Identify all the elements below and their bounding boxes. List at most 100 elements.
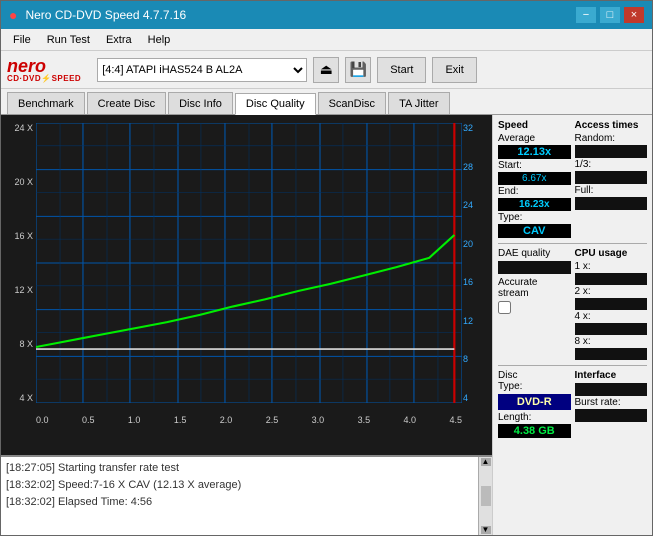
type-value: CAV — [498, 224, 571, 238]
length-value: 4.38 GB — [498, 424, 571, 438]
x-label-35: 3.5 — [358, 415, 371, 425]
cpu-section: DAE quality Accurate stream CPU usage 1 … — [498, 248, 647, 361]
tab-bar: Benchmark Create Disc Disc Info Disc Qua… — [1, 89, 652, 115]
cpu-4x-value — [575, 323, 648, 335]
speed-section: Speed Average 12.13x Start: 6.67x End: 1… — [498, 120, 647, 239]
disc-type-label: Disc Type: — [498, 370, 571, 392]
log-scrollbar[interactable]: ▲ ▼ — [478, 457, 492, 535]
one-third-value — [575, 171, 648, 184]
accurate-label: Accurate — [498, 277, 571, 288]
y-right-24: 24 — [461, 200, 491, 210]
y-label-16x: 16 X — [2, 231, 36, 241]
accurate-stream-checkbox[interactable] — [498, 301, 511, 314]
y-label-4x: 4 X — [2, 393, 36, 403]
speed-col: Speed Average 12.13x Start: 6.67x End: 1… — [498, 120, 571, 239]
disc-type-badge: DVD-R — [498, 394, 571, 410]
x-label-1: 1.0 — [128, 415, 141, 425]
menu-help[interactable]: Help — [140, 32, 179, 48]
tab-create-disc[interactable]: Create Disc — [87, 92, 166, 114]
tab-scan-disc[interactable]: ScanDisc — [318, 92, 386, 114]
stream-label: stream — [498, 288, 571, 299]
tab-ta-jitter[interactable]: TA Jitter — [388, 92, 450, 114]
right-panel: Speed Average 12.13x Start: 6.67x End: 1… — [492, 115, 652, 535]
menu-run-test[interactable]: Run Test — [39, 32, 98, 48]
burst-label: Burst rate: — [575, 397, 648, 408]
access-label: Access times — [575, 120, 648, 131]
y-label-8x: 8 X — [2, 339, 36, 349]
cpu-8x-value — [575, 348, 648, 360]
x-label-25: 2.5 — [266, 415, 279, 425]
one-third-label: 1/3: — [575, 159, 648, 170]
disc-section: Disc Type: DVD-R Length: 4.38 GB Interfa… — [498, 370, 647, 439]
average-value: 12.13x — [498, 145, 571, 159]
log-line-2: [18:32:02] Speed:7-16 X CAV (12.13 X ave… — [6, 477, 473, 494]
speed-chart — [36, 123, 462, 403]
menu-extra[interactable]: Extra — [98, 32, 140, 48]
y-right-20: 20 — [461, 239, 491, 249]
log-line-1: [18:27:05] Starting transfer rate test — [6, 460, 473, 477]
cpu-2x-label: 2 x: — [575, 286, 648, 297]
full-value — [575, 197, 648, 210]
y-label-24x: 24 X — [2, 123, 36, 133]
window: ● Nero CD-DVD Speed 4.7.7.16 − □ × File … — [0, 0, 653, 536]
y-label-12x: 12 X — [2, 285, 36, 295]
chart-area: 4 X 8 X 12 X 16 X 20 X 24 X 4 8 12 16 20… — [1, 115, 492, 455]
cpu-1x-value — [575, 273, 648, 285]
length-label: Length: — [498, 412, 571, 423]
x-label-4: 4.0 — [404, 415, 417, 425]
y-right-28: 28 — [461, 162, 491, 172]
dae-label: DAE quality — [498, 248, 571, 259]
type-label: Type: — [498, 212, 571, 223]
tab-disc-info[interactable]: Disc Info — [168, 92, 233, 114]
end-label: End: — [498, 186, 571, 197]
average-label: Average — [498, 133, 571, 144]
start-button[interactable]: Start — [377, 57, 426, 83]
toolbar: nero CD·DVD⚡SPEED [4:4] ATAPI iHAS524 B … — [1, 51, 652, 89]
x-label-3: 3.0 — [312, 415, 325, 425]
menu-bar: File Run Test Extra Help — [1, 29, 652, 51]
cpu-4x-label: 4 x: — [575, 311, 648, 322]
disc-type-col: Disc Type: DVD-R Length: 4.38 GB — [498, 370, 571, 439]
interface-label: Interface — [575, 370, 648, 381]
full-label: Full: — [575, 185, 648, 196]
x-label-2: 2.0 — [220, 415, 233, 425]
drive-selector[interactable]: [4:4] ATAPI iHAS524 B AL2A — [97, 58, 307, 82]
cpu-2x-value — [575, 298, 648, 310]
speed-label: Speed — [498, 120, 571, 131]
title-bar: ● Nero CD-DVD Speed 4.7.7.16 − □ × — [1, 1, 652, 29]
minimize-button[interactable]: − — [576, 7, 596, 23]
cpu-8x-label: 8 x: — [575, 336, 648, 347]
maximize-button[interactable]: □ — [600, 7, 620, 23]
window-title: Nero CD-DVD Speed 4.7.7.16 — [25, 8, 186, 22]
interface-col: Interface Burst rate: — [575, 370, 648, 439]
start-value: 6.67x — [498, 172, 571, 185]
tab-benchmark[interactable]: Benchmark — [7, 92, 85, 114]
y-label-20x: 20 X — [2, 177, 36, 187]
y-right-32: 32 — [461, 123, 491, 133]
burst-value — [575, 409, 648, 422]
logo: nero CD·DVD⚡SPEED — [7, 57, 81, 83]
save-button[interactable]: 💾 — [345, 57, 371, 83]
y-right-12: 12 — [461, 316, 491, 326]
cpu-col: CPU usage 1 x: 2 x: 4 x: 8 x: — [575, 248, 648, 361]
end-value: 16.23x — [498, 198, 571, 211]
close-button[interactable]: × — [624, 7, 644, 23]
start-label: Start: — [498, 160, 571, 171]
y-right-4: 4 — [461, 393, 491, 403]
access-col: Access times Random: 1/3: Full: — [575, 120, 648, 239]
menu-file[interactable]: File — [5, 32, 39, 48]
y-right-16: 16 — [461, 277, 491, 287]
log-section: [18:27:05] Starting transfer rate test [… — [1, 455, 492, 535]
log-output: [18:27:05] Starting transfer rate test [… — [1, 457, 478, 535]
random-value — [575, 145, 648, 158]
eject-button[interactable]: ⏏ — [313, 57, 339, 83]
exit-button[interactable]: Exit — [432, 57, 476, 83]
interface-value — [575, 383, 648, 396]
cpu-1x-label: 1 x: — [575, 261, 648, 272]
dae-col: DAE quality Accurate stream — [498, 248, 571, 361]
y-right-8: 8 — [461, 354, 491, 364]
tab-disc-quality[interactable]: Disc Quality — [235, 93, 316, 115]
random-label: Random: — [575, 133, 648, 144]
x-label-05: 0.5 — [82, 415, 95, 425]
dae-value — [498, 261, 571, 274]
